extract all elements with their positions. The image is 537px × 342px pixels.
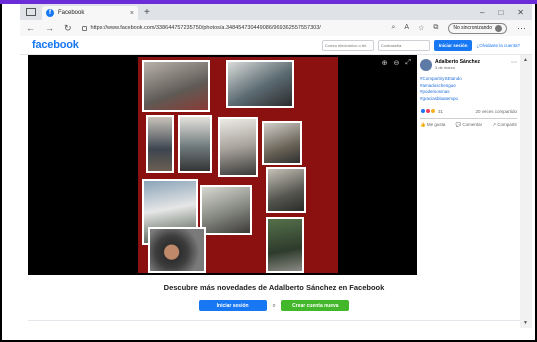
like-label: Me gusta: [426, 122, 446, 127]
facebook-header: facebook Iniciar sesión ¿Olvidaste la cu…: [20, 36, 532, 55]
collage-photo: [218, 117, 258, 177]
page-scrollbar[interactable]: ▲ ▼: [520, 55, 532, 328]
like-button[interactable]: 👍 Me gusta: [420, 122, 445, 128]
browser-toolbar: ← → ↻ https://www.facebook.com/338644757…: [20, 20, 532, 36]
url-text[interactable]: https://www.facebook.com/338644757235750…: [91, 25, 321, 31]
photo-viewer: ⊕ ⊖ ⤢: [28, 55, 417, 275]
window-controls: – □ ✕: [480, 8, 532, 17]
toolbar-icons: ⌕ A ☆ ⧉: [391, 24, 438, 32]
banner-login-button[interactable]: Iniciar sesión: [198, 300, 267, 311]
viewer-controls: ⊕ ⊖ ⤢: [382, 59, 411, 67]
reaction-summary[interactable]: 31 20 veces compartido: [420, 108, 517, 114]
share-button[interactable]: ↗ Compartir: [492, 122, 517, 128]
minimize-icon[interactable]: –: [480, 8, 484, 17]
zoom-out-icon[interactable]: ⊖: [394, 59, 400, 67]
post-author-header: Adalberto Sánchez 3 de marzo ⋯: [420, 59, 517, 71]
collections-icon[interactable]: ⧉: [433, 24, 438, 32]
post-hashtags: #CompartirySEtando #amadoschengue #podem…: [420, 76, 517, 102]
profile-button[interactable]: No sincronizando: [448, 22, 507, 34]
tab-close-icon[interactable]: ×: [130, 10, 134, 17]
avatar[interactable]: [420, 59, 432, 71]
new-tab-button[interactable]: +: [144, 7, 150, 18]
login-prompt-banner: Descubre más novedades de Adalberto Sánc…: [28, 275, 520, 320]
login-form: Iniciar sesión ¿Olvidaste la cuenta?: [321, 39, 520, 51]
maximize-icon[interactable]: □: [498, 8, 503, 17]
read-aloud-icon[interactable]: A: [404, 24, 409, 32]
comment-button[interactable]: 💬 Comentar: [455, 122, 482, 128]
close-window-icon[interactable]: ✕: [517, 8, 524, 17]
zoom-in-icon[interactable]: ⊕: [382, 59, 388, 67]
tab-title: Facebook: [58, 10, 85, 16]
window-menu-icon[interactable]: [26, 8, 36, 16]
banner-divider: [28, 320, 520, 321]
browser-tabstrip: f Facebook × + – □ ✕: [20, 4, 532, 20]
banner-title: Descubre más novedades de Adalberto Sánc…: [163, 283, 385, 292]
collage-photo: [148, 227, 206, 273]
forward-arrow-icon[interactable]: →: [45, 23, 54, 33]
photo-collage[interactable]: [138, 57, 338, 273]
lock-icon: [81, 25, 87, 31]
collage-photo: [226, 60, 294, 108]
care-reaction-icon: [430, 108, 436, 114]
collage-photo: [146, 115, 174, 173]
back-arrow-icon[interactable]: ←: [26, 23, 35, 33]
post-side-panel: Adalberto Sánchez 3 de marzo ⋯ #Comparti…: [417, 55, 520, 275]
browser-tab[interactable]: f Facebook ×: [42, 6, 138, 20]
scroll-down-icon[interactable]: ▼: [523, 320, 528, 326]
collage-photo: [200, 185, 252, 235]
email-field[interactable]: [321, 39, 374, 51]
collage-photo: [266, 167, 306, 213]
profile-status-text: No sincronizando: [453, 25, 492, 31]
banner-buttons: Iniciar sesión o Crear cuenta nueva: [28, 300, 520, 311]
reaction-count: 31: [438, 108, 444, 114]
share-label: Compartir: [497, 122, 517, 127]
share-count[interactable]: 20 veces compartido: [475, 109, 517, 114]
reload-icon[interactable]: ↻: [64, 23, 72, 34]
collage-photo: [262, 121, 302, 165]
profile-avatar-icon: [495, 24, 502, 32]
zoom-icon[interactable]: ⌕: [391, 24, 395, 32]
facebook-favicon-icon: f: [46, 9, 54, 17]
collage-photo: [142, 60, 210, 112]
facebook-logo[interactable]: facebook: [32, 39, 79, 51]
more-menu-icon[interactable]: ⋯: [517, 23, 526, 34]
more-options-icon[interactable]: ⋯: [511, 59, 517, 66]
collage-photo: [178, 115, 212, 173]
collage-photo: [266, 217, 304, 273]
address-bar[interactable]: https://www.facebook.com/338644757235750…: [81, 22, 382, 34]
favorite-star-icon[interactable]: ☆: [418, 24, 424, 32]
comment-label: Comentar: [462, 122, 483, 127]
post-actions: 👍 Me gusta 💬 Comentar ↗ Compartir: [420, 118, 517, 128]
banner-separator: o: [272, 302, 276, 309]
login-button[interactable]: Iniciar sesión: [433, 39, 473, 51]
password-field[interactable]: [377, 39, 430, 51]
post-time[interactable]: 3 de marzo: [435, 65, 480, 70]
create-account-button[interactable]: Crear cuenta nueva: [281, 300, 350, 311]
scroll-up-icon[interactable]: ▲: [523, 57, 528, 63]
forgot-account-link[interactable]: ¿Olvidaste la cuenta?: [476, 43, 520, 48]
hashtag-link[interactable]: #graciasblaatempo: [420, 96, 517, 103]
fullscreen-icon[interactable]: ⤢: [405, 59, 411, 67]
